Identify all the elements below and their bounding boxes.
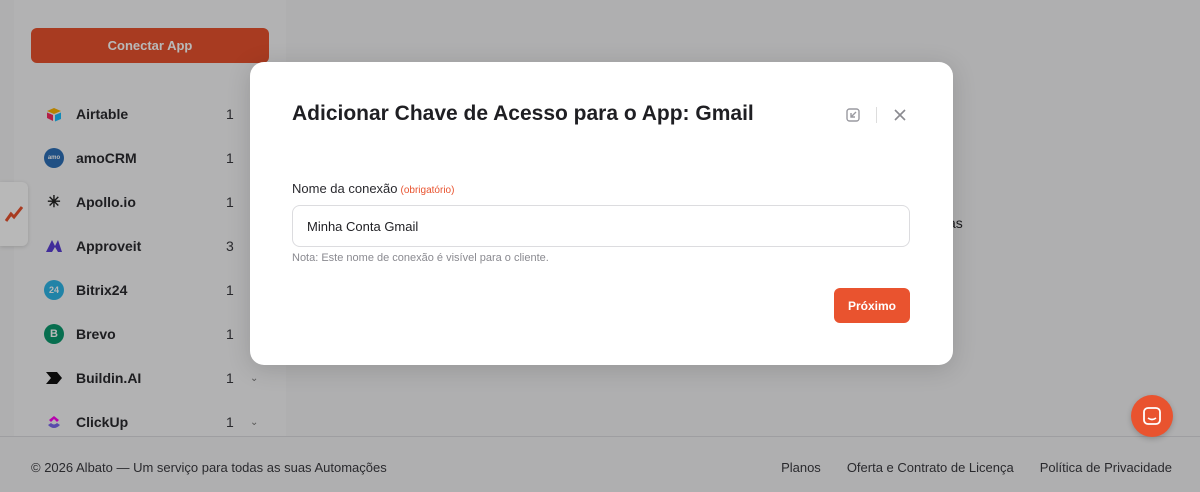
modal-actions xyxy=(844,106,909,124)
chat-support-button[interactable] xyxy=(1131,395,1173,437)
field-note: Nota: Este nome de conexão é visível par… xyxy=(292,252,549,264)
close-icon[interactable] xyxy=(891,106,909,124)
access-key-modal: Adicionar Chave de Acesso para o App: Gm… xyxy=(250,62,953,365)
required-tag: (obrigatório) xyxy=(400,185,455,196)
open-external-icon[interactable] xyxy=(844,106,862,124)
modal-title: Adicionar Chave de Acesso para o App: Gm… xyxy=(292,102,754,125)
field-label-text: Nome da conexão xyxy=(292,181,398,196)
chat-icon xyxy=(1143,407,1161,425)
connection-name-input[interactable] xyxy=(292,205,910,247)
divider xyxy=(876,107,877,123)
connection-name-label: Nome da conexão (obrigatório) xyxy=(292,181,454,196)
next-button[interactable]: Próximo xyxy=(834,288,910,323)
